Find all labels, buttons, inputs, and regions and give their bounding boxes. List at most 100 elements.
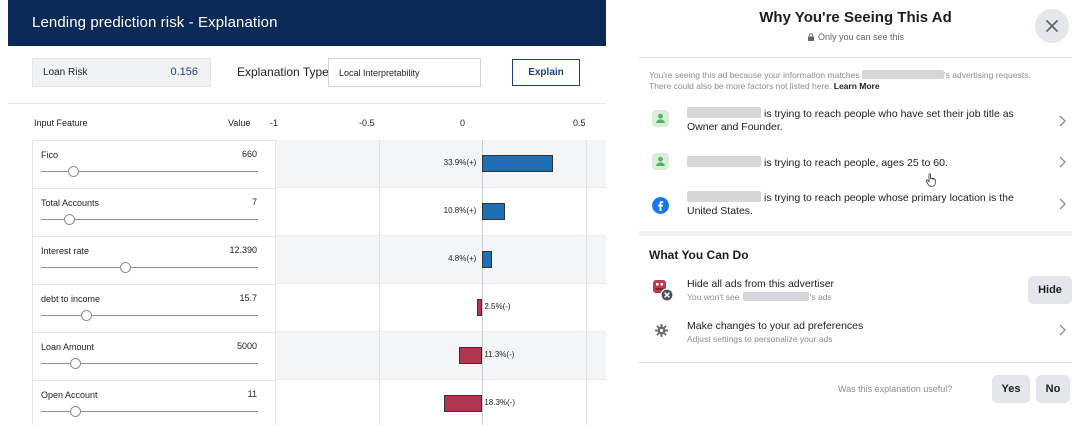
feature-value: 7 (251, 197, 257, 207)
reason-ages[interactable]: is trying to reach people, ages 25 to 60… (639, 145, 1072, 183)
slider-thumb[interactable] (70, 406, 82, 417)
gridline (275, 140, 276, 425)
bar-data-label: 10.8%(+) (443, 206, 477, 215)
chart-row-band (275, 188, 606, 236)
no-button[interactable]: No (1036, 375, 1070, 403)
gridline (378, 140, 380, 425)
x-tick-label: -1 (270, 118, 279, 128)
slider-thumb[interactable] (63, 214, 75, 225)
hide-sub-prefix: You won't see (687, 292, 740, 302)
slider-track[interactable] (41, 267, 258, 268)
facebook-icon (652, 197, 669, 214)
panel-title: Lending prediction risk - Explanation (32, 14, 278, 31)
chevron-right-icon (1059, 115, 1066, 127)
panel-header: Lending prediction risk - Explanation (8, 0, 606, 46)
feature-row-interest-rate: Interest rate 12.390 (33, 237, 276, 285)
hide-button[interactable]: Hide (1028, 276, 1072, 304)
intro-prefix: You're seeing this ad because your infor… (649, 70, 860, 80)
hide-ads-title: Hide all ads from this advertiser (687, 278, 835, 290)
feature-row-debt-to-income: debt to income 15.7 (33, 285, 276, 333)
slider-thumb[interactable] (120, 262, 132, 273)
person-icon (652, 110, 669, 127)
bar-data-label: 2.5%(-) (484, 302, 511, 311)
zero-axis (482, 140, 484, 425)
chart-row-band (275, 332, 606, 380)
feature-name: Open Account (41, 390, 98, 400)
bar-data-label: 11.3%(-) (484, 350, 515, 359)
gridline (586, 140, 587, 425)
value-header: Value (228, 118, 251, 128)
close-button[interactable] (1035, 9, 1069, 43)
slider-track[interactable] (41, 315, 258, 316)
lock-icon (807, 33, 814, 41)
ad-preferences-subtitle: Adjust settings to personalize your ads (687, 334, 833, 344)
ad-preferences-title: Make changes to your ad preferences (687, 320, 864, 332)
reason-text: is trying to reach people who have set t… (687, 107, 1033, 134)
explanation-type-field[interactable] (328, 58, 481, 87)
gear-icon (655, 324, 668, 337)
feature-row-loan-amount: Loan Amount 5000 (33, 333, 276, 381)
feature-value: 12.390 (229, 245, 257, 255)
feature-value: 11 (247, 389, 257, 399)
section-divider (639, 231, 1072, 236)
slider-thumb[interactable] (81, 310, 93, 321)
slider-thumb[interactable] (68, 166, 80, 177)
bar-fico (482, 155, 553, 172)
redacted-advertiser (687, 191, 761, 202)
lending-risk-panel: Lending prediction risk - Explanation Lo… (8, 0, 606, 425)
redacted-advertiser (687, 107, 761, 118)
bar-interest-rate (482, 251, 493, 268)
hide-sub-suffix: 's ads (809, 292, 832, 302)
redacted-advertiser (742, 292, 809, 301)
feature-name: Loan Amount (41, 342, 95, 352)
reason-text: is trying to reach people whose primary … (687, 191, 1033, 218)
bar-data-label: 4.8%(+) (448, 254, 477, 263)
divider (639, 57, 1072, 58)
reason-location[interactable]: is trying to reach people whose primary … (639, 187, 1072, 225)
intro-text: You're seeing this ad because your infor… (649, 70, 1054, 91)
hand-cursor-icon (925, 173, 936, 187)
useful-question: Was this explanation useful? (838, 384, 953, 394)
loan-risk-label: Loan Risk (43, 67, 88, 78)
bar-open-account (444, 395, 483, 412)
explain-button[interactable]: Explain (512, 59, 580, 86)
chart-row-band (275, 236, 606, 284)
reason-text-content: is trying to reach people, ages 25 to 60… (764, 157, 948, 169)
feature-value: 5000 (236, 341, 257, 351)
x-tick-label: 0.5 (573, 118, 586, 128)
feature-name: Total Accounts (41, 198, 100, 208)
feature-row-fico: Fico 660 (33, 141, 276, 189)
chart-row-band (275, 140, 606, 188)
chevron-right-icon (1059, 324, 1066, 336)
feature-importance-chart: 33.9%(+) 10.8%(+) 4.8%(+) 2.5%(-) 11.3%(-) 18… (275, 140, 606, 425)
bar-loan-amount (458, 347, 483, 364)
chevron-right-icon (1059, 198, 1066, 210)
hide-ads-row: Hide all ads from this advertiser You wo… (639, 272, 1072, 310)
what-you-can-do-heading: What You Can Do (649, 248, 749, 262)
explanation-type-label: Explanation Type (237, 65, 329, 79)
learn-more-link[interactable]: Learn More (834, 81, 880, 91)
feature-row-total-accounts: Total Accounts 7 (33, 189, 276, 237)
chevron-right-icon (1059, 156, 1066, 168)
reason-job-title[interactable]: is trying to reach people who have set t… (639, 103, 1072, 141)
bar-debt-to-income (477, 299, 483, 316)
hide-ads-subtitle: You won't see 's ads (687, 292, 832, 302)
bar-data-label: 18.3%(-) (484, 398, 516, 407)
x-tick-label: 0 (460, 118, 466, 128)
divider (8, 103, 606, 104)
feature-value: 660 (241, 149, 257, 159)
slider-thumb[interactable] (70, 358, 82, 369)
ad-preferences-row[interactable]: Make changes to your ad preferences Adju… (639, 316, 1072, 350)
feature-name: Interest rate (41, 246, 90, 256)
input-feature-header: Input Feature (34, 118, 88, 128)
chart-row-band (275, 380, 606, 425)
loan-risk-box: Loan Risk 0.156 (32, 58, 211, 87)
subtitle-text: Only you can see this (817, 32, 905, 42)
yes-button[interactable]: Yes (992, 375, 1030, 403)
redacted-advertiser (687, 156, 761, 167)
reason-text: is trying to reach people, ages 25 to 60… (687, 156, 1033, 170)
divider (639, 362, 1072, 363)
bar-data-label: 33.9%(+) (443, 158, 477, 167)
loan-risk-value: 0.156 (170, 66, 198, 78)
feature-name: Fico (41, 150, 59, 160)
